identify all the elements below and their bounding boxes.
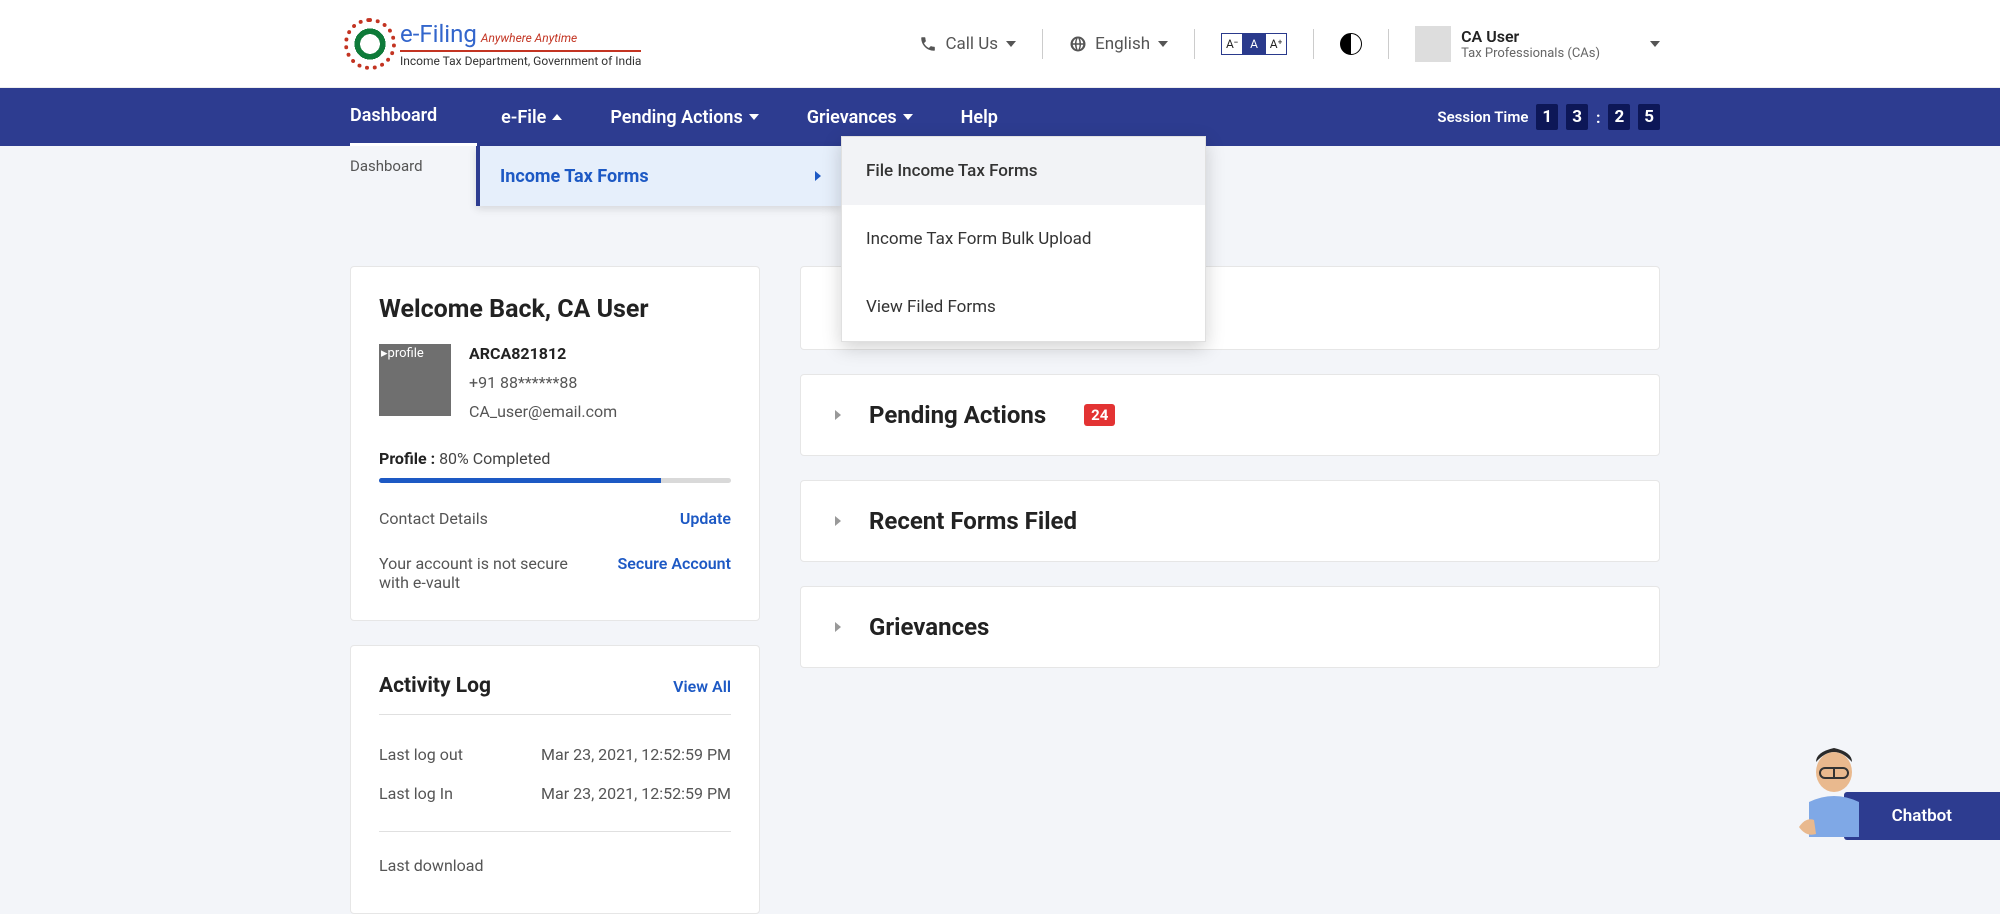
nav-dashboard[interactable]: Dashboard — [350, 88, 477, 146]
activity-log-card: Activity Log View All Last log out Mar 2… — [350, 645, 760, 914]
contact-details-label: Contact Details — [379, 509, 488, 528]
submenu-income-tax-forms[interactable]: Income Tax Forms — [476, 146, 841, 206]
flyout-menu: File Income Tax Forms Income Tax Form Bu… — [841, 136, 1206, 342]
chevron-right-icon — [835, 622, 841, 632]
profile-id: ARCA821812 — [469, 344, 617, 363]
contrast-toggle-icon[interactable] — [1340, 33, 1362, 55]
chevron-up-icon — [552, 114, 562, 120]
profile-email: CA_user@email.com — [469, 402, 617, 421]
log-row: Last log out Mar 23, 2021, 12:52:59 PM — [379, 735, 731, 774]
avatar — [1415, 26, 1451, 62]
call-us-dropdown[interactable]: Call Us — [919, 34, 1016, 54]
activity-log-title: Activity Log — [379, 674, 491, 698]
profile-completion: Profile : 80% Completed — [379, 449, 731, 468]
profile-phone: +91 88******88 — [469, 373, 617, 392]
timer-minute-2: 3 — [1566, 104, 1588, 130]
pending-actions-badge: 24 — [1084, 404, 1115, 426]
text-size-controls: A⁻ A A⁺ — [1221, 33, 1287, 55]
timer-second-1: 2 — [1608, 104, 1630, 130]
globe-icon — [1069, 35, 1087, 53]
phone-icon — [919, 35, 937, 53]
timer-second-2: 5 — [1638, 104, 1660, 130]
top-header: e-FilingAnywhere Anytime Income Tax Depa… — [0, 0, 2000, 88]
accordion-recent-forms[interactable]: Recent Forms Filed — [800, 480, 1660, 562]
session-time-label: Session Time — [1437, 108, 1528, 126]
logo-subtitle: Income Tax Department, Government of Ind… — [400, 54, 641, 68]
flyout-file-income-tax-forms[interactable]: File Income Tax Forms — [842, 137, 1205, 205]
welcome-title: Welcome Back, CA User — [379, 295, 731, 324]
text-size-increase[interactable]: A⁺ — [1265, 33, 1287, 55]
chevron-down-icon — [1158, 41, 1168, 47]
logo-tagline: Anywhere Anytime — [481, 31, 577, 45]
emblem-icon — [350, 24, 390, 64]
log-row: Last log In Mar 23, 2021, 12:52:59 PM — [379, 774, 731, 813]
language-dropdown[interactable]: English — [1069, 34, 1168, 54]
secure-account-link[interactable]: Secure Account — [617, 554, 731, 573]
logo-title: e-FilingAnywhere Anytime — [400, 20, 641, 48]
chevron-right-icon — [815, 171, 821, 181]
profile-image-placeholder: ▸profile — [379, 344, 451, 416]
accordion-pending-actions[interactable]: Pending Actions 24 — [800, 374, 1660, 456]
logo[interactable]: e-FilingAnywhere Anytime Income Tax Depa… — [350, 20, 641, 68]
nav-pending-actions[interactable]: Pending Actions — [586, 88, 782, 146]
nav-efile[interactable]: e-File — [477, 88, 586, 146]
update-contact-link[interactable]: Update — [680, 509, 731, 528]
text-size-decrease[interactable]: A⁻ — [1221, 33, 1243, 55]
timer-colon: : — [1596, 108, 1601, 127]
progress-bar — [379, 478, 731, 483]
welcome-card: Welcome Back, CA User ▸profile ARCA82181… — [350, 266, 760, 621]
user-name: CA User — [1461, 27, 1600, 46]
flyout-view-filed-forms[interactable]: View Filed Forms — [842, 273, 1205, 341]
chevron-down-icon — [903, 114, 913, 120]
chevron-right-icon — [835, 410, 841, 420]
view-all-activity-link[interactable]: View All — [673, 677, 731, 696]
log-row: Last download — [379, 831, 731, 885]
chevron-right-icon — [835, 516, 841, 526]
timer-minute-1: 1 — [1536, 104, 1558, 130]
user-role: Tax Professionals (CAs) — [1461, 46, 1600, 61]
accordion-grievances[interactable]: Grievances — [800, 586, 1660, 668]
user-menu[interactable]: CA User Tax Professionals (CAs) — [1415, 26, 1660, 62]
evault-warning: Your account is not secure with e-vault — [379, 554, 599, 592]
chatbot-avatar-icon — [1794, 742, 1874, 842]
flyout-bulk-upload[interactable]: Income Tax Form Bulk Upload — [842, 205, 1205, 273]
chevron-down-icon — [1006, 41, 1016, 47]
chevron-down-icon — [1650, 41, 1660, 47]
chevron-down-icon — [749, 114, 759, 120]
text-size-normal[interactable]: A — [1243, 33, 1265, 55]
